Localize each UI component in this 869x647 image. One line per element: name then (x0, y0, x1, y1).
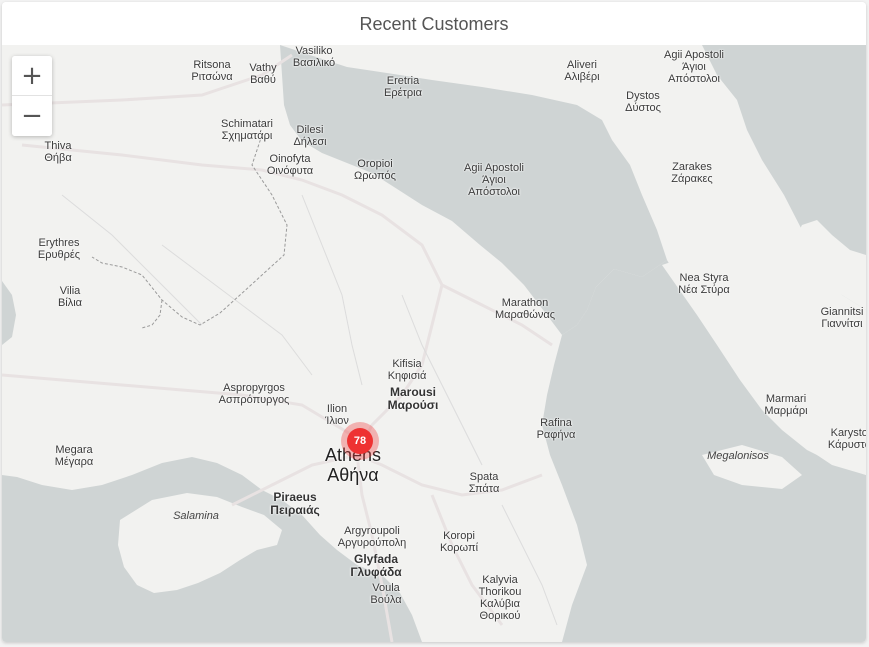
place-label-salamina: Salamina (173, 510, 219, 522)
place-label-koropi: Koropi Κορωπί (439, 530, 479, 554)
zoom-control: + − (12, 56, 52, 136)
place-label-erythres: Erythres Ερυθρές (37, 237, 81, 261)
place-label-marousi: Marousi Μαρούσι (387, 385, 439, 412)
place-label-dystos: Dystos Δύστος (625, 90, 661, 114)
place-label-spata: Spata Σπάτα (468, 471, 500, 495)
place-label-kifisia: Kifisia Κηφισιά (387, 358, 427, 382)
cluster-count: 78 (347, 428, 373, 454)
place-label-agii-apostoli: Agii Apostoli Άγιοι Απόστολοι (464, 162, 524, 198)
card-title: Recent Customers (2, 2, 866, 45)
place-label-eretria: Eretria Ερέτρια (384, 75, 422, 99)
place-label-voula: Voula Βούλα (370, 582, 402, 606)
place-label-glyfada: Glyfada Γλυφάδα (350, 552, 402, 579)
place-label-karystos: KarystosΚάρυστος (827, 427, 866, 451)
place-label-vilia: Vilia Βίλια (57, 285, 83, 309)
place-label-marathon: Marathon Μαραθώνας (494, 297, 556, 321)
place-label-ritsona: Ritsona Ριτσώνα (191, 59, 233, 83)
place-label-argyroupoli: Argyroupoli Αργυρούπολη (337, 525, 407, 549)
place-label-marmari: Marmari Μαρμάρι (764, 393, 808, 417)
place-label-kalyvia: Kalyvia Thorikou Καλύβια Θορικού (478, 574, 522, 622)
place-label-oropioi: Oropioi Ωρωπός (354, 158, 396, 182)
place-label-giannitsi: Giannitsi Γιαννίτσι (820, 306, 864, 330)
customer-cluster-marker[interactable]: 78 (341, 422, 379, 460)
place-label-rafina: Rafina Ραφήνα (536, 417, 576, 441)
place-label-aliveri: Aliveri Αλιβέρι (564, 59, 600, 83)
place-label-oinofyta: Oinofyta Οινόφυτα (266, 153, 314, 177)
place-label-zarakes: Zarakes Ζάρακες (671, 161, 713, 185)
place-label-vasiliko: Vasiliko Βασιλικό (292, 45, 336, 69)
map-basemap (2, 45, 866, 642)
place-label-piraeus: Piraeus Πειραιάς (270, 490, 320, 517)
zoom-out-button[interactable]: − (12, 96, 52, 136)
customer-map[interactable]: Vasiliko Βασιλικό Ritsona Ριτσώνα Vathy Βαθ… (2, 45, 866, 642)
recent-customers-card: Recent Customers Vasiliko Βασιλικό Ritso… (2, 2, 866, 642)
place-label-agii-apostoli-ne: Agii Apostoli Άγιοι Απόστολοι (664, 49, 724, 85)
place-label-aspropyrgos: Aspropyrgos Ασπρόπυργος (218, 382, 290, 406)
place-label-dilesi: Dilesi Δήλεσι (293, 124, 327, 148)
place-label-vathy: Vathy Βαθύ (249, 62, 277, 86)
place-label-megara: Megara Μέγαρα (54, 444, 94, 468)
place-label-schimatari: Schimatari Σχηματάρι (221, 118, 273, 142)
place-label-megalonisos: Megalonisos (707, 450, 769, 462)
zoom-in-button[interactable]: + (12, 56, 52, 96)
place-label-nea-styra: Nea Styra Νέα Στύρα (678, 272, 730, 296)
place-label-thiva: Thiva Θήβα (44, 140, 72, 164)
